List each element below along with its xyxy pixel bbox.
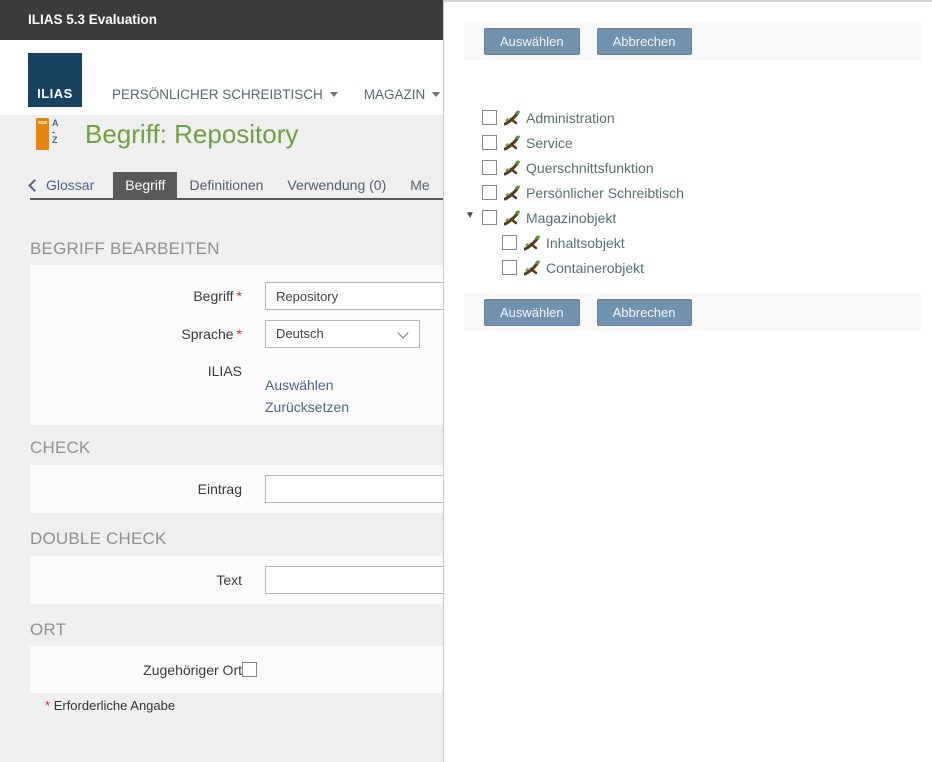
repository-tree: Administration Service Querschnittsfunkt…: [464, 105, 904, 280]
repository-picker-overlay: Auswählen Abbrechen Administration Servi…: [443, 0, 932, 762]
auswaehlen-button-top[interactable]: Auswählen: [484, 28, 580, 55]
ilias-label: ILIAS: [30, 361, 242, 379]
tree-row-administration: Administration: [464, 105, 904, 130]
taxonomy-branch-icon: [524, 235, 540, 251]
eintrag-label: Eintrag: [30, 481, 242, 497]
tree-node-label[interactable]: Inhaltsobjekt: [546, 235, 625, 251]
section-title-check: CHECK: [30, 438, 91, 458]
back-link-label: Glossar: [46, 177, 94, 193]
zugehoeriger-ort-checkbox[interactable]: [242, 662, 257, 677]
persoenlicher-schreibtisch-checkbox[interactable]: [482, 185, 497, 200]
logo-text: ILIAS: [37, 86, 73, 107]
service-checkbox[interactable]: [482, 135, 497, 150]
required-marker: *: [237, 288, 242, 304]
tab-metadaten[interactable]: Me: [398, 172, 441, 198]
administration-checkbox[interactable]: [482, 110, 497, 125]
tab-definitionen[interactable]: Definitionen: [177, 172, 275, 198]
overlay-toolbar-bottom: Auswählen Abbrechen: [464, 293, 922, 331]
ilias-links: Auswählen Zurücksetzen: [265, 361, 349, 415]
auswaehlen-button-bottom[interactable]: Auswählen: [484, 299, 580, 326]
abbrechen-button-bottom[interactable]: Abbrechen: [597, 299, 692, 326]
ilias-logo[interactable]: ILIAS: [28, 53, 82, 107]
zugehoeriger-ort-label: Zugehöriger Ort: [30, 662, 242, 678]
tree-node-label[interactable]: Persönlicher Schreibtisch: [526, 185, 684, 201]
text-label: Text: [30, 572, 242, 588]
collapse-expander-icon[interactable]: ▼: [465, 210, 475, 221]
nav-label: PERSÖNLICHER SCHREIBTISCH: [112, 87, 323, 102]
taxonomy-branch-icon: [524, 260, 540, 276]
az-icon-text: A - Z: [52, 119, 59, 145]
eintrag-input[interactable]: [265, 475, 466, 503]
tree-node-label[interactable]: Administration: [526, 110, 615, 126]
back-to-glossar-link[interactable]: Glossar: [30, 177, 94, 193]
section-title-ort: ORT: [30, 620, 66, 640]
required-marker: *: [237, 326, 242, 342]
tree-row-inhaltsobjekt: Inhaltsobjekt: [464, 230, 904, 255]
required-marker: *: [45, 698, 50, 713]
tree-node-label[interactable]: Magazinobjekt: [526, 210, 616, 226]
sprache-selected-value: Deutsch: [276, 326, 324, 341]
taxonomy-branch-icon: [504, 210, 520, 226]
main-nav: PERSÖNLICHER SCHREIBTISCH MAGAZIN: [112, 87, 440, 102]
chevron-down-icon: [432, 92, 440, 97]
nav-personal-desktop[interactable]: PERSÖNLICHER SCHREIBTISCH: [112, 87, 338, 102]
begriff-input[interactable]: [265, 282, 466, 310]
window-title: ILIAS 5.3 Evaluation: [28, 0, 157, 40]
book-spine-icon: [36, 118, 49, 150]
text-input[interactable]: [265, 566, 466, 594]
glossary-term-icon: A - Z: [36, 118, 59, 150]
required-note: * Erforderliche Angabe: [45, 698, 175, 713]
chevron-down-icon: [397, 327, 408, 338]
chevron-down-icon: [330, 92, 338, 97]
chevron-left-icon: [28, 179, 41, 192]
tree-node-label[interactable]: Containerobjekt: [546, 260, 644, 276]
taxonomy-branch-icon: [504, 135, 520, 151]
taxonomy-branch-icon: [504, 185, 520, 201]
section-title-double-check: DOUBLE CHECK: [30, 529, 167, 549]
nav-magazin[interactable]: MAGAZIN: [364, 87, 441, 102]
begriff-label: Begriff*: [30, 288, 242, 304]
page-root: ILIAS 5.3 Evaluation ILIAS PERSÖNLICHER …: [0, 0, 932, 762]
tab-begriff[interactable]: Begriff: [113, 172, 177, 198]
tree-row-persoenlicher-schreibtisch: Persönlicher Schreibtisch: [464, 180, 904, 205]
sprache-label: Sprache*: [30, 326, 242, 342]
page-title: Begriff: Repository: [85, 119, 298, 150]
tree-row-containerobjekt: Containerobjekt: [464, 255, 904, 280]
tree-node-label[interactable]: Service: [526, 135, 573, 151]
tree-row-magazinobjekt: ▼ Magazinobjekt: [464, 205, 904, 230]
nav-label: MAGAZIN: [364, 87, 426, 102]
tree-row-service: Service: [464, 130, 904, 155]
auswaehlen-link[interactable]: Auswählen: [265, 377, 349, 393]
inhaltsobjekt-checkbox[interactable]: [502, 235, 517, 250]
querschnittsfunktion-checkbox[interactable]: [482, 160, 497, 175]
abbrechen-button-top[interactable]: Abbrechen: [597, 28, 692, 55]
required-note-text: Erforderliche Angabe: [54, 698, 175, 713]
taxonomy-branch-icon: [504, 110, 520, 126]
tree-row-querschnittsfunktion: Querschnittsfunktion: [464, 155, 904, 180]
overlay-toolbar-top: Auswählen Abbrechen: [464, 22, 922, 60]
tab-verwendung[interactable]: Verwendung (0): [275, 172, 398, 198]
containerobjekt-checkbox[interactable]: [502, 260, 517, 275]
sprache-select[interactable]: Deutsch: [265, 320, 420, 348]
taxonomy-branch-icon: [504, 160, 520, 176]
magazinobjekt-checkbox[interactable]: [482, 210, 497, 225]
section-title-begriff-bearbeiten: BEGRIFF BEARBEITEN: [30, 239, 220, 259]
zuruecksetzen-link[interactable]: Zurücksetzen: [265, 399, 349, 415]
tree-node-label[interactable]: Querschnittsfunktion: [526, 160, 654, 176]
